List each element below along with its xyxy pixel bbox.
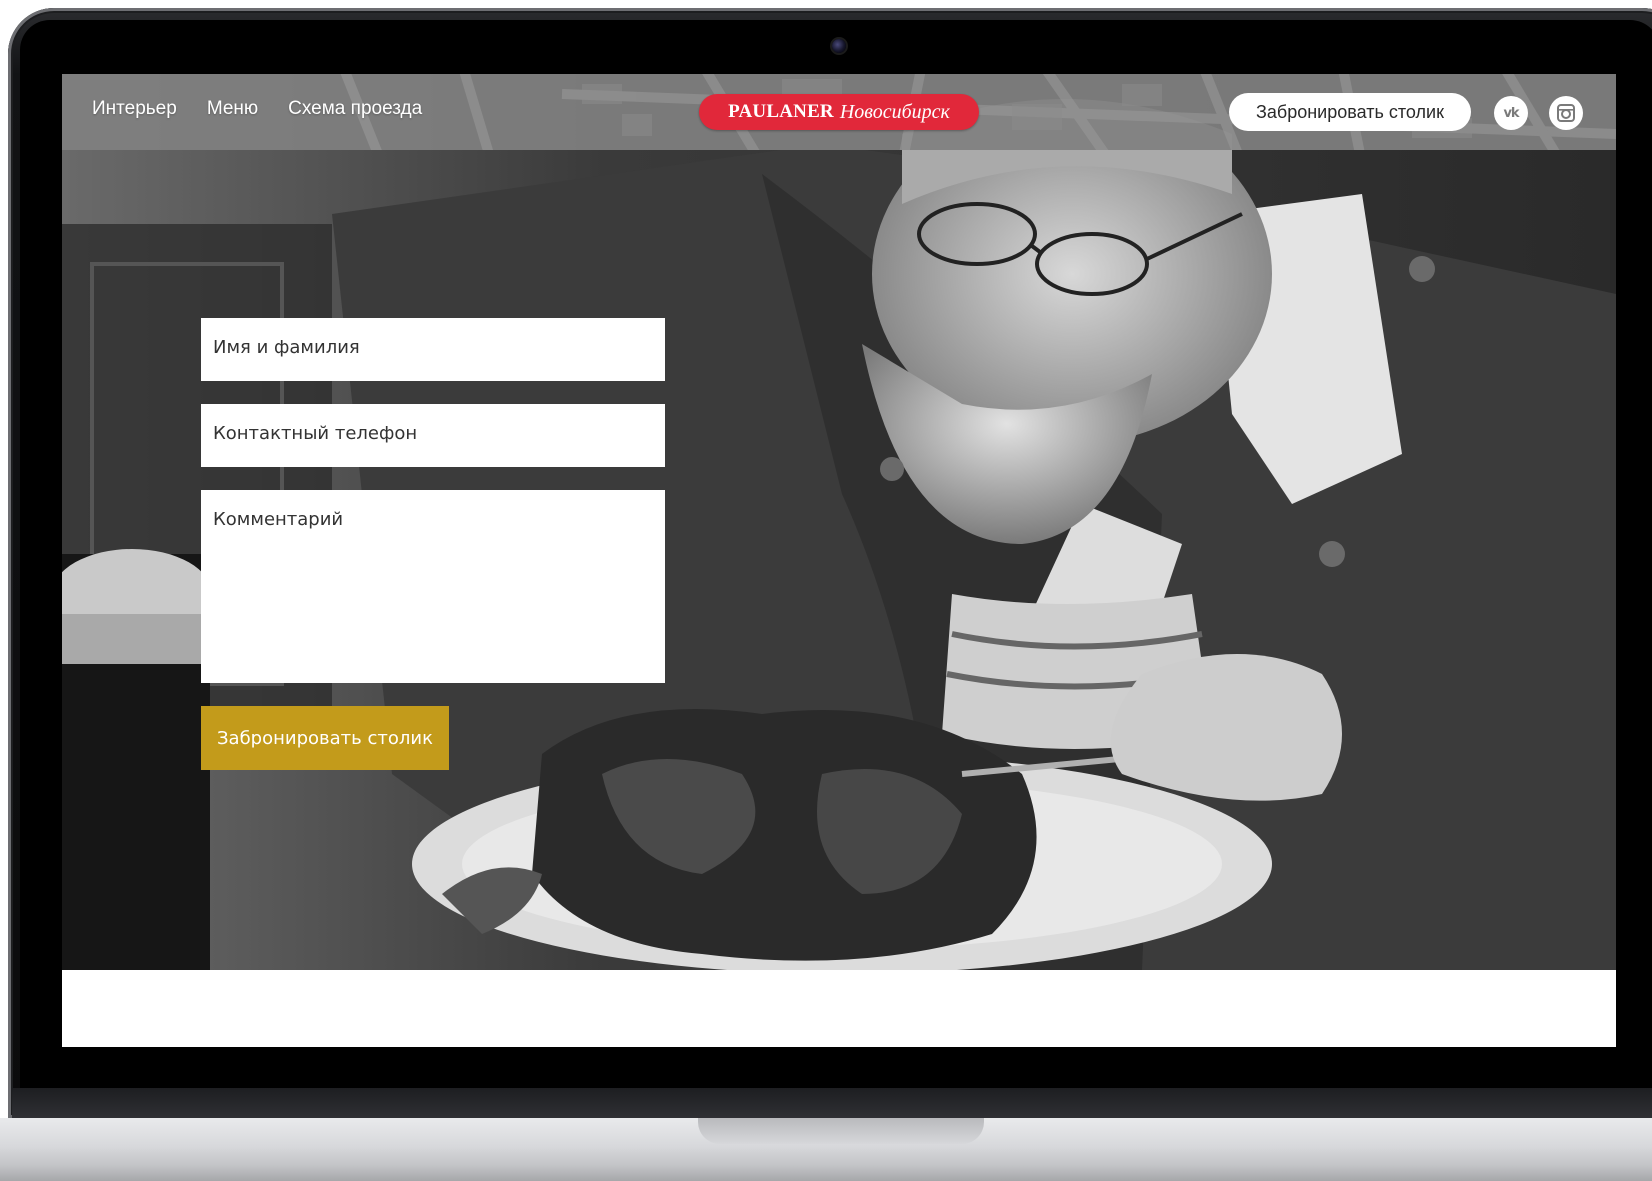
name-field[interactable]: Имя и фамилия: [201, 318, 665, 381]
submit-book-button[interactable]: Забронировать столик: [201, 706, 449, 770]
comment-placeholder: Комментарий: [213, 509, 344, 530]
phone-placeholder: Контактный телефон: [213, 423, 418, 444]
logo-brand: PAULANER: [728, 101, 834, 122]
nav-link-interior[interactable]: Интерьер: [92, 98, 177, 120]
comment-field[interactable]: Комментарий: [201, 490, 665, 683]
logo[interactable]: PAULANER Новосибирск: [699, 94, 979, 130]
hero-section: Интерьер Меню Схема проезда PAULANER Нов…: [62, 74, 1616, 970]
header-book-table-button[interactable]: Забронировать столик: [1229, 93, 1471, 131]
instagram-icon: [1557, 104, 1575, 122]
site-header: Интерьер Меню Схема проезда PAULANER Нов…: [62, 74, 1616, 150]
vk-link[interactable]: vk: [1494, 96, 1528, 130]
nav-link-directions[interactable]: Схема проезда: [288, 98, 422, 120]
website-screen: Интерьер Меню Схема проезда PAULANER Нов…: [62, 74, 1616, 1047]
main-nav: Интерьер Меню Схема проезда: [92, 98, 422, 120]
lid-hinge: [12, 1088, 1652, 1118]
nav-link-menu[interactable]: Меню: [207, 98, 258, 120]
name-placeholder: Имя и фамилия: [213, 337, 360, 358]
page-below-hero: [62, 970, 1616, 1047]
phone-field[interactable]: Контактный телефон: [201, 404, 665, 467]
laptop-base-notch: [698, 1118, 984, 1144]
vk-icon: vk: [1503, 105, 1519, 121]
camera-icon: [832, 39, 846, 53]
logo-city: Новосибирск: [839, 100, 950, 123]
instagram-link[interactable]: [1549, 96, 1583, 130]
